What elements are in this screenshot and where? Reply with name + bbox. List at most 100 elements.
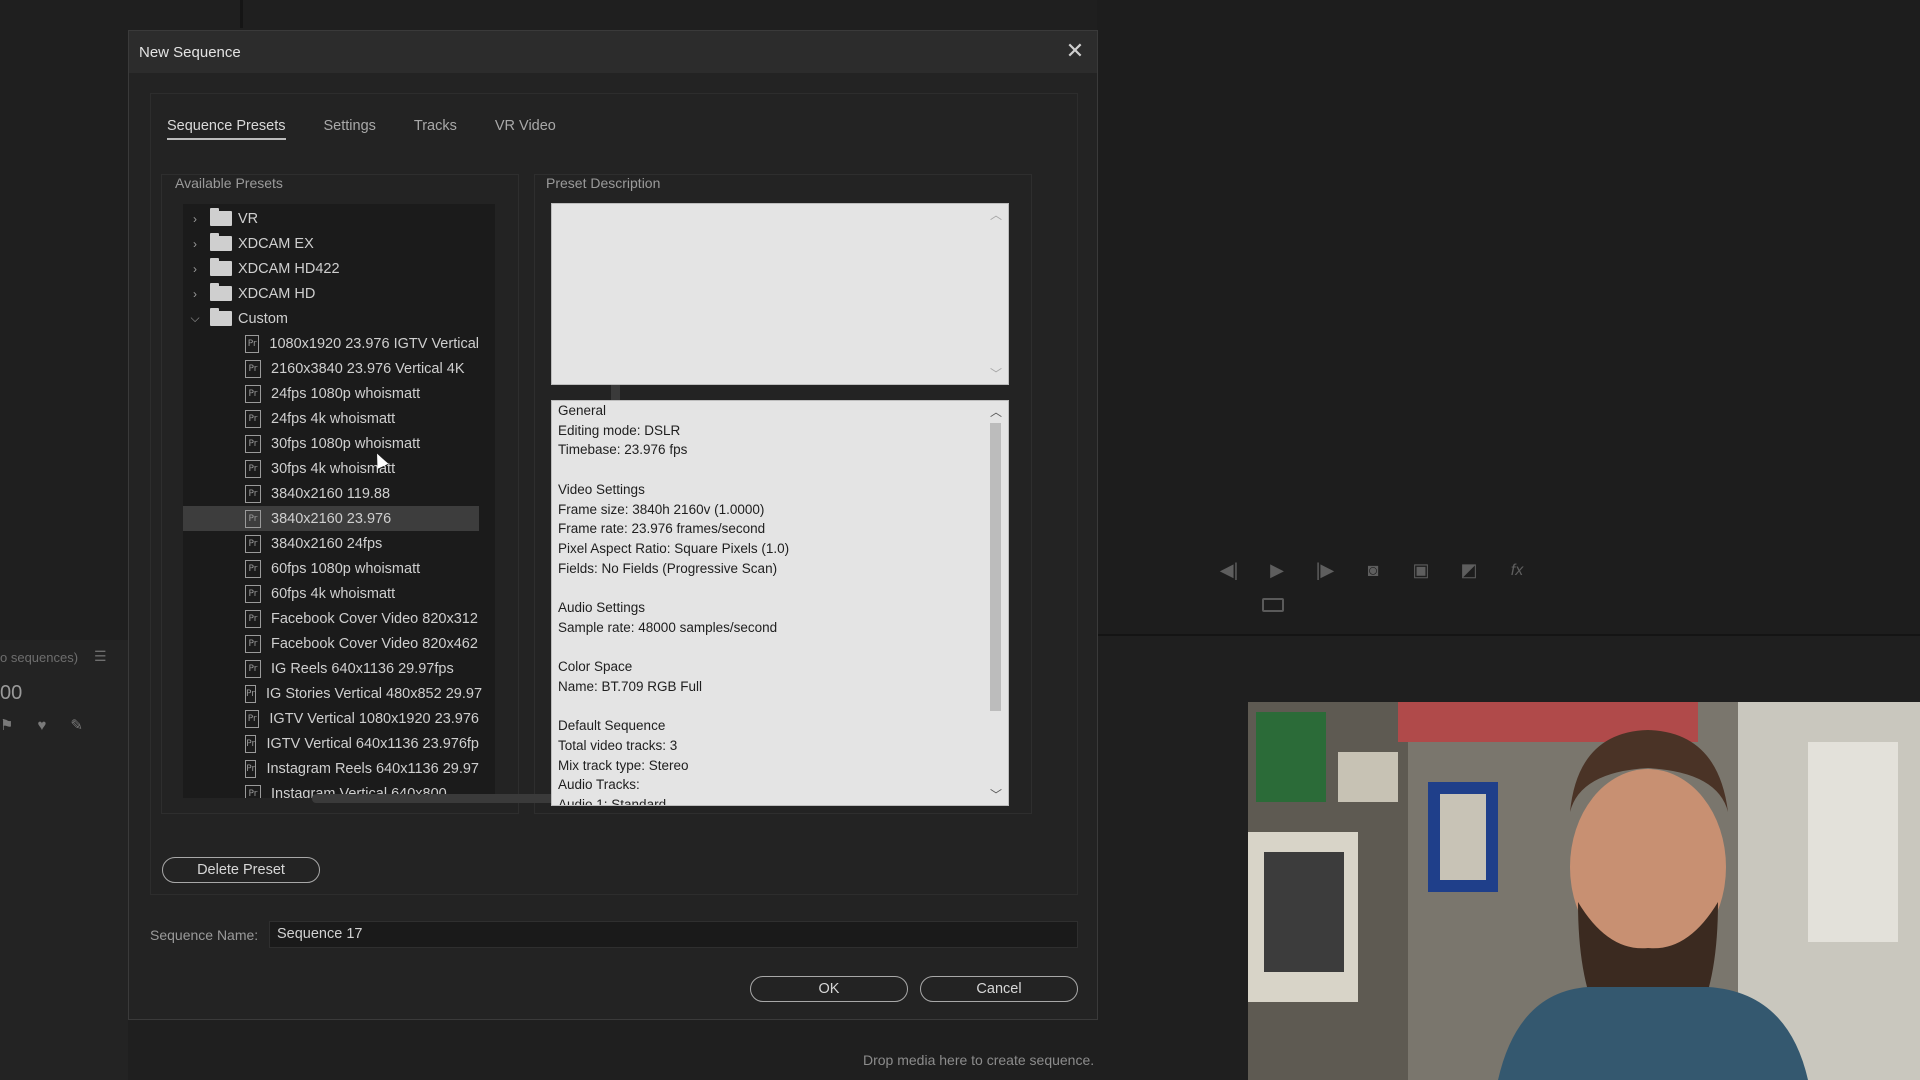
cancel-button[interactable]: Cancel xyxy=(920,976,1078,1002)
close-icon[interactable]: ✕ xyxy=(1063,39,1087,63)
preset-label: 60fps 4k whoismatt xyxy=(271,585,396,602)
preset-item[interactable]: Pr 3840x2160 119.88 xyxy=(183,481,479,506)
preset-info-line: Audio Settings xyxy=(558,600,646,615)
preset-label: 24fps 1080p whoismatt xyxy=(271,385,421,402)
preset-file-icon: Pr xyxy=(245,609,261,628)
preset-label: 30fps 1080p whoismatt xyxy=(271,435,421,452)
tree-folder[interactable]: › XDCAM HD xyxy=(183,281,479,306)
preset-item[interactable]: Pr 60fps 1080p whoismatt xyxy=(183,556,479,581)
preset-item[interactable]: Pr IGTV Vertical 640x1136 23.976fp xyxy=(183,731,479,756)
chevron-down-icon[interactable]: ⌵ xyxy=(186,311,204,326)
transport-controls: ◀| ▶ |▶ ◙ ▣ ◩ fx xyxy=(1218,560,1528,581)
preset-file-icon: Pr xyxy=(245,434,261,453)
timeline-panel: o sequences) ☰ 00 ⚑♥✎ xyxy=(0,640,128,1080)
preset-label: Instagram Reels 640x1136 29.97 xyxy=(266,760,479,777)
preset-info-line: Video Settings xyxy=(558,481,645,497)
preset-item[interactable]: Pr Instagram Reels 640x1136 29.97 xyxy=(183,756,479,781)
preset-info-line: General xyxy=(558,403,607,418)
preset-item[interactable]: Pr 24fps 1080p whoismatt xyxy=(183,381,479,406)
sequence-name-field[interactable]: Sequence 17 xyxy=(269,921,1078,948)
preset-info-line: Frame rate: 23.976 frames/second xyxy=(558,521,766,537)
step-forward-icon[interactable]: |▶ xyxy=(1314,560,1336,581)
preset-file-icon: Pr xyxy=(245,659,261,678)
play-icon[interactable]: ▶ xyxy=(1266,560,1288,581)
folder-icon xyxy=(210,308,232,326)
tree-folder-label: XDCAM HD422 xyxy=(238,260,340,277)
scroll-down-icon[interactable]: ﹀ xyxy=(984,786,1008,803)
preset-file-icon: Pr xyxy=(245,759,257,778)
presets-tree[interactable]: › VR › XDCAM EX › XDCAM HD422 › XDCAM HD ⌵ Custom… xyxy=(183,204,495,798)
preset-item[interactable]: Pr 30fps 1080p whoismatt xyxy=(183,431,479,456)
tree-folder-label: XDCAM HD xyxy=(238,285,316,302)
tab-settings[interactable]: Settings xyxy=(324,118,376,140)
preset-item[interactable]: Pr 3840x2160 23.976 xyxy=(183,506,479,531)
ok-button[interactable]: OK xyxy=(750,976,908,1002)
dialog-titlebar[interactable]: New Sequence ✕ xyxy=(129,31,1097,73)
preset-info-line: Color Space xyxy=(558,659,633,675)
preset-info-line: Editing mode: DSLR xyxy=(558,422,681,438)
chevron-right-icon[interactable]: › xyxy=(186,262,204,276)
preset-item[interactable]: Pr Facebook Cover Video 820x312 xyxy=(183,606,479,631)
scroll-up-icon[interactable]: ︿ xyxy=(984,403,1008,420)
drop-hint: Drop media here to create sequence. xyxy=(863,1052,1095,1068)
panel-divider xyxy=(240,0,243,28)
preset-item[interactable]: Pr IGTV Vertical 1080x1920 23.976 xyxy=(183,706,479,731)
preset-file-icon: Pr xyxy=(245,534,261,553)
preset-label: IG Reels 640x1136 29.97fps xyxy=(271,660,454,677)
scroll-up-icon[interactable]: ︿ xyxy=(984,206,1008,223)
preset-item[interactable]: Pr 2160x3840 23.976 Vertical 4K xyxy=(183,356,479,381)
overwrite-icon[interactable]: ◩ xyxy=(1458,560,1480,581)
panel-menu-icon[interactable]: ☰ xyxy=(94,648,107,665)
scroll-down-icon[interactable]: ﹀ xyxy=(984,365,1008,382)
tree-folder[interactable]: › XDCAM HD422 xyxy=(183,256,479,281)
tree-folder[interactable]: ⌵ Custom xyxy=(183,306,479,331)
timeline-sequences-label: o sequences) xyxy=(0,650,79,665)
tab-sequence-presets[interactable]: Sequence Presets xyxy=(167,118,286,140)
preset-info-line: Timebase: 23.976 fps xyxy=(558,442,688,458)
tree-horizontal-scrollbar[interactable] xyxy=(312,794,590,803)
preset-file-icon: Pr xyxy=(245,559,261,578)
preset-label: 3840x2160 119.88 xyxy=(271,485,391,502)
tab-tracks[interactable]: Tracks xyxy=(414,118,457,140)
tree-folder[interactable]: › XDCAM EX xyxy=(183,231,479,256)
preset-item[interactable]: Pr 30fps 4k whoismatt xyxy=(183,456,479,481)
chevron-right-icon[interactable]: › xyxy=(186,287,204,301)
tab-vr-video[interactable]: VR Video xyxy=(495,118,556,140)
folder-icon xyxy=(210,208,232,226)
preset-item[interactable]: Pr 60fps 4k whoismatt xyxy=(183,581,479,606)
insert-icon[interactable]: ▣ xyxy=(1410,560,1432,581)
info-scrollbar[interactable]: ︿ ﹀ xyxy=(984,401,1008,805)
preset-item[interactable]: Pr 3840x2160 24fps xyxy=(183,531,479,556)
preset-file-icon: Pr xyxy=(245,634,261,653)
scroll-thumb[interactable] xyxy=(990,423,1001,711)
preset-info-line: Default Sequence xyxy=(558,718,666,734)
camera-icon[interactable]: ◙ xyxy=(1362,560,1384,581)
preset-item[interactable]: Pr Facebook Cover Video 820x462 xyxy=(183,631,479,656)
preset-item[interactable]: Pr 24fps 4k whoismatt xyxy=(183,406,479,431)
preset-label: IGTV Vertical 640x1136 23.976fp xyxy=(266,735,479,752)
preset-label: Facebook Cover Video 820x312 xyxy=(271,610,478,627)
sequence-name-label: Sequence Name: xyxy=(150,927,259,943)
preset-file-icon: Pr xyxy=(245,684,256,703)
preset-info-line: Sample rate: 48000 samples/second xyxy=(558,619,778,635)
preset-file-icon: Pr xyxy=(245,784,261,798)
chevron-right-icon[interactable]: › xyxy=(186,212,204,226)
preset-description-label: Preset Description xyxy=(546,175,661,191)
preset-info-line: Fields: No Fields (Progressive Scan) xyxy=(558,560,778,576)
tree-folder-label: Custom xyxy=(238,310,288,327)
preset-label: 24fps 4k whoismatt xyxy=(271,410,396,427)
delete-preset-button[interactable]: Delete Preset xyxy=(162,857,320,883)
fx-icon[interactable]: fx xyxy=(1506,562,1528,580)
tree-folder[interactable]: › VR xyxy=(183,206,479,231)
button-editor-icon[interactable] xyxy=(1262,598,1284,612)
description-scrollbar[interactable]: ︿ ﹀ xyxy=(984,204,1008,384)
preset-info-line: Audio 1: Standard xyxy=(558,797,667,806)
chevron-right-icon[interactable]: › xyxy=(186,237,204,251)
preset-info-line: Mix track type: Stereo xyxy=(558,757,689,773)
preset-item[interactable]: Pr 1080x1920 23.976 IGTV Vertical xyxy=(183,331,479,356)
preset-item[interactable]: Pr IG Stories Vertical 480x852 29.97 xyxy=(183,681,482,706)
preset-item[interactable]: Pr IG Reels 640x1136 29.97fps xyxy=(183,656,479,681)
timecode: 00 xyxy=(0,682,23,704)
step-back-icon[interactable]: ◀| xyxy=(1218,560,1240,581)
preset-file-icon: Pr xyxy=(245,584,261,603)
